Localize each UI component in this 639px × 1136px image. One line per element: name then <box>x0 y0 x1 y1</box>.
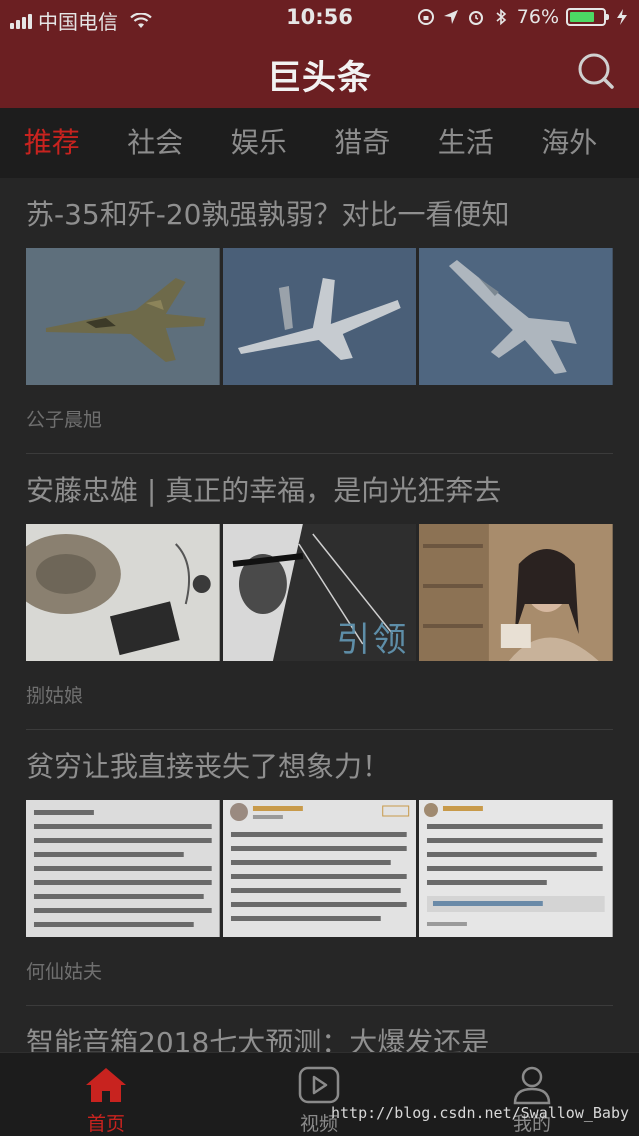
fighter-jet-image[interactable] <box>222 248 417 385</box>
article-title[interactable]: 贫穷让我直接丧失了想象力！ <box>26 750 613 784</box>
nav-me[interactable]: 我的 <box>492 1065 572 1136</box>
article-thumbnails <box>26 800 614 937</box>
article-item[interactable]: 苏-35和歼-20孰强孰弱？对比一看便知 公子晨旭 <box>0 178 639 454</box>
article-title[interactable]: 智能音箱2018七大预测：大爆发还是 <box>26 1026 613 1052</box>
article-source: 公子晨旭 <box>26 409 103 431</box>
article-thumbnails <box>26 248 614 385</box>
nav-home[interactable]: 首页 <box>66 1065 146 1136</box>
tab-society[interactable]: 社会 <box>104 108 208 178</box>
rotation-lock-icon <box>417 9 434 25</box>
home-icon <box>86 1068 126 1102</box>
text-screenshot-image[interactable] <box>419 800 614 937</box>
news-feed: 苏-35和歼-20孰强孰弱？对比一看便知 公子晨旭 安藤忠雄 | 真正的幸福，是… <box>0 178 639 1052</box>
status-bar: 中国电信 10:56 76% <box>0 0 639 36</box>
nav-video[interactable]: 视频 <box>279 1065 359 1136</box>
charging-icon <box>617 9 627 25</box>
tab-recommend[interactable]: 推荐 <box>0 108 104 178</box>
bluetooth-icon <box>496 8 506 26</box>
poster-text: 引领 <box>336 620 409 660</box>
tab-life[interactable]: 生活 <box>414 108 518 178</box>
location-icon <box>443 10 458 24</box>
search-icon[interactable] <box>577 52 615 90</box>
article-item[interactable]: 智能音箱2018七大预测：大爆发还是 <box>0 1006 639 1052</box>
bottom-nav: 首页 视频 我的 <box>0 1052 639 1136</box>
tab-curiosity[interactable]: 猎奇 <box>311 108 415 178</box>
nav-home-label: 首页 <box>86 1113 125 1135</box>
fighter-jet-image[interactable] <box>26 248 220 385</box>
tab-entertainment[interactable]: 娱乐 <box>207 108 311 178</box>
article-item[interactable]: 安藤忠雄 | 真正的幸福，是向光狂奔去 引领 捌姑娘 <box>0 454 639 730</box>
woman-reading-photo[interactable] <box>419 524 614 661</box>
article-title[interactable]: 安藤忠雄 | 真正的幸福，是向光狂奔去 <box>26 474 613 508</box>
text-screenshot-image[interactable] <box>222 800 417 937</box>
article-item[interactable]: 贫穷让我直接丧失了想象力！ 何仙姑夫 <box>0 730 639 1006</box>
video-icon <box>298 1066 340 1104</box>
top-bar: 中国电信 10:56 76% 巨头条 <box>0 0 639 108</box>
app-title: 巨头条 <box>267 58 372 98</box>
still-life-photo[interactable] <box>26 524 220 661</box>
alarm-icon <box>468 11 483 25</box>
tab-overseas[interactable]: 海外 <box>518 108 622 178</box>
portrait-poster-image[interactable]: 引领 <box>222 524 417 661</box>
category-tabs: 推荐 社会 娱乐 猎奇 生活 海外 <box>0 108 639 178</box>
text-screenshot-image[interactable] <box>26 800 220 937</box>
article-thumbnails: 引领 <box>26 524 614 661</box>
watermark-text: http://blog.csdn.net/Swallow_Baby <box>330 1104 629 1122</box>
battery-icon <box>566 8 609 26</box>
user-icon <box>513 1066 551 1105</box>
article-title[interactable]: 苏-35和歼-20孰强孰弱？对比一看便知 <box>26 198 613 232</box>
fighter-jet-image[interactable] <box>419 248 614 385</box>
article-source: 何仙姑夫 <box>26 961 103 983</box>
article-source: 捌姑娘 <box>26 685 84 707</box>
battery-percent: 76% <box>516 6 559 28</box>
